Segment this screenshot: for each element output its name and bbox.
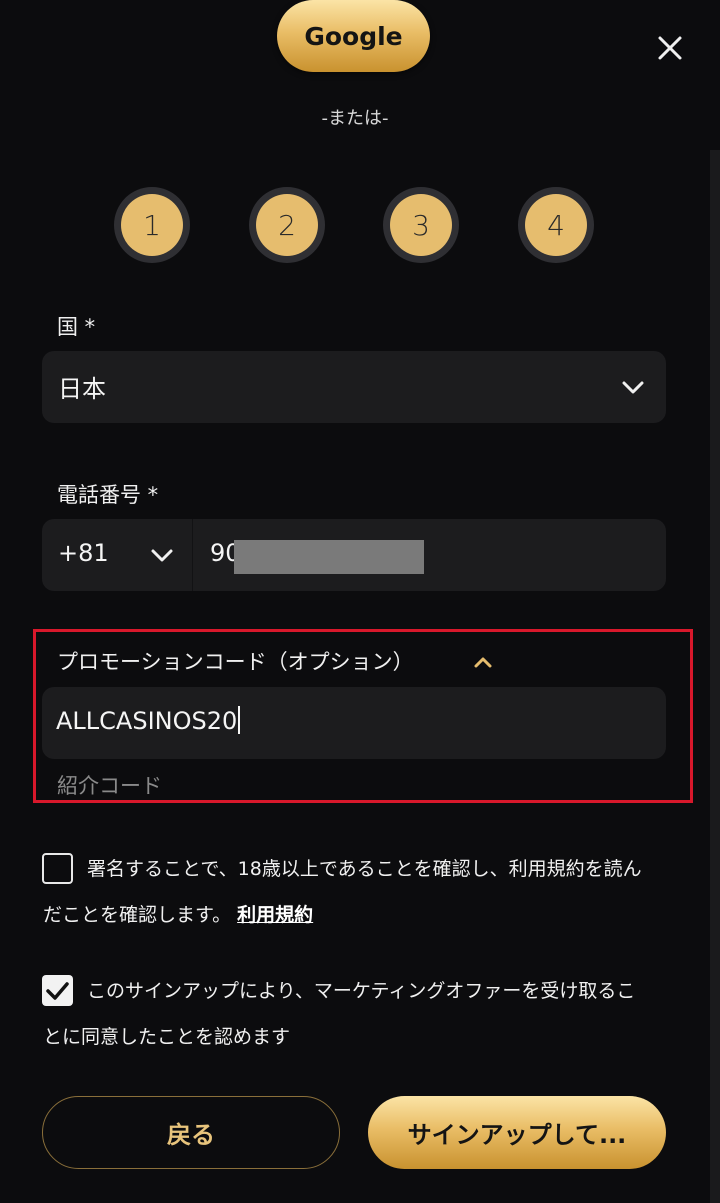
chevron-down-icon[interactable] (149, 542, 175, 568)
terms-text-line1: 署名することで、18歳以上であることを確認し、利用規約を読ん (87, 858, 642, 880)
marketing-text-line1: このサインアップにより、マーケティングオファーを受け取るこ (87, 980, 636, 1002)
back-button-label: 戻る (167, 1121, 215, 1149)
signup-button[interactable]: サインアップして... (368, 1096, 666, 1169)
step-number: 4 (525, 194, 587, 256)
chevron-up-icon[interactable] (472, 651, 494, 673)
marketing-consent-text: このサインアップにより、マーケティングオファーを受け取るこ とに同意したことを認… (43, 968, 668, 1060)
referral-code-toggle[interactable]: 紹介コード (57, 770, 162, 800)
terms-link[interactable]: 利用規約 (237, 904, 313, 926)
scrollbar-track[interactable] (710, 150, 720, 1203)
promo-code-input[interactable]: ALLCASINOS20 (42, 687, 666, 759)
country-value: 日本 (58, 375, 106, 403)
redaction-box (234, 540, 424, 574)
text-caret (238, 706, 241, 734)
google-button-label: Google (304, 21, 403, 51)
terms-consent-text: 署名することで、18歳以上であることを確認し、利用規約を読ん だことを確認します… (43, 846, 668, 938)
step-number: 3 (390, 194, 452, 256)
signup-button-label: サインアップして... (407, 1121, 627, 1149)
step-number: 2 (256, 194, 318, 256)
marketing-text-line2: とに同意したことを認めます (43, 1026, 291, 1048)
google-signin-button[interactable]: Google (277, 0, 430, 72)
back-button[interactable]: 戻る (42, 1096, 340, 1169)
or-divider-text: -または- (321, 108, 389, 129)
country-label: 国 * (57, 315, 96, 339)
close-icon[interactable] (652, 30, 688, 66)
phone-field: +81 90 (42, 519, 666, 591)
promo-code-value: ALLCASINOS20 (56, 707, 238, 735)
step-indicator-3: 3 (383, 187, 459, 263)
phone-divider (192, 519, 193, 591)
step-number: 1 (121, 194, 183, 256)
promo-code-toggle[interactable]: プロモーションコード（オプション） (57, 646, 414, 676)
phone-country-code-select[interactable]: +81 (58, 539, 109, 567)
phone-label: 電話番号 * (57, 483, 159, 507)
step-indicator-4: 4 (518, 187, 594, 263)
chevron-down-icon (622, 381, 644, 394)
terms-text-line2: だことを確認します。 (43, 904, 232, 926)
step-indicator-1: 1 (114, 187, 190, 263)
country-select[interactable]: 日本 (42, 351, 666, 423)
step-indicator-2: 2 (249, 187, 325, 263)
